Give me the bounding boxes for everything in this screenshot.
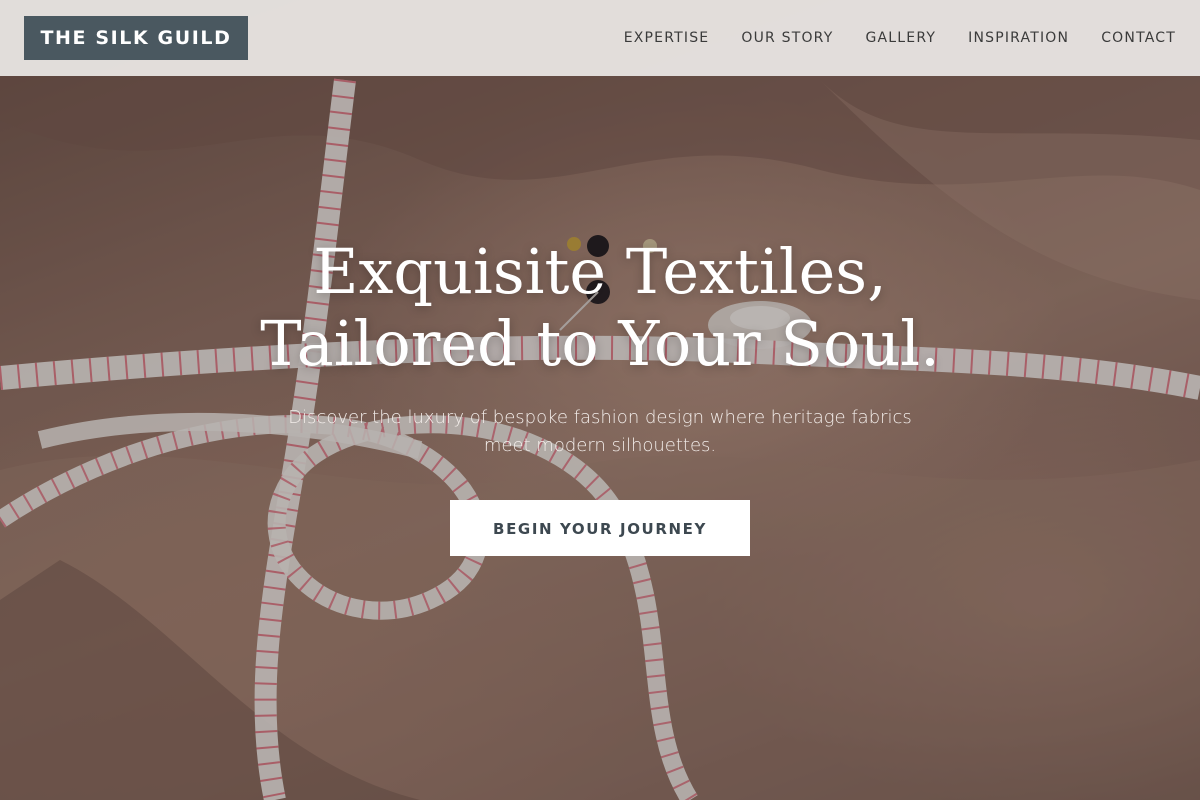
begin-journey-button[interactable]: BEGIN YOUR JOURNEY xyxy=(450,500,750,556)
nav-link-contact[interactable]: CONTACT xyxy=(1101,30,1176,46)
hero-content: Exquisite Textiles, Tailored to Your Sou… xyxy=(0,236,1200,556)
hero-headline-line-1: Exquisite Textiles, xyxy=(313,235,887,308)
nav-link-gallery[interactable]: GALLERY xyxy=(865,30,936,46)
nav-link-expertise[interactable]: EXPERTISE xyxy=(624,30,710,46)
nav-link-our-story[interactable]: OUR STORY xyxy=(741,30,833,46)
hero-headline: Exquisite Textiles, Tailored to Your Sou… xyxy=(0,236,1200,380)
main-nav: EXPERTISE OUR STORY GALLERY INSPIRATION … xyxy=(592,0,1176,76)
hero-subtitle: Discover the luxury of bespoke fashion d… xyxy=(288,407,912,456)
site-logo[interactable]: THE SILK GUILD xyxy=(24,16,248,60)
hero-headline-line-2: Tailored to Your Soul. xyxy=(260,307,940,380)
site-header: THE SILK GUILD EXPERTISE OUR STORY GALLE… xyxy=(0,0,1200,76)
nav-link-inspiration[interactable]: INSPIRATION xyxy=(968,30,1069,46)
